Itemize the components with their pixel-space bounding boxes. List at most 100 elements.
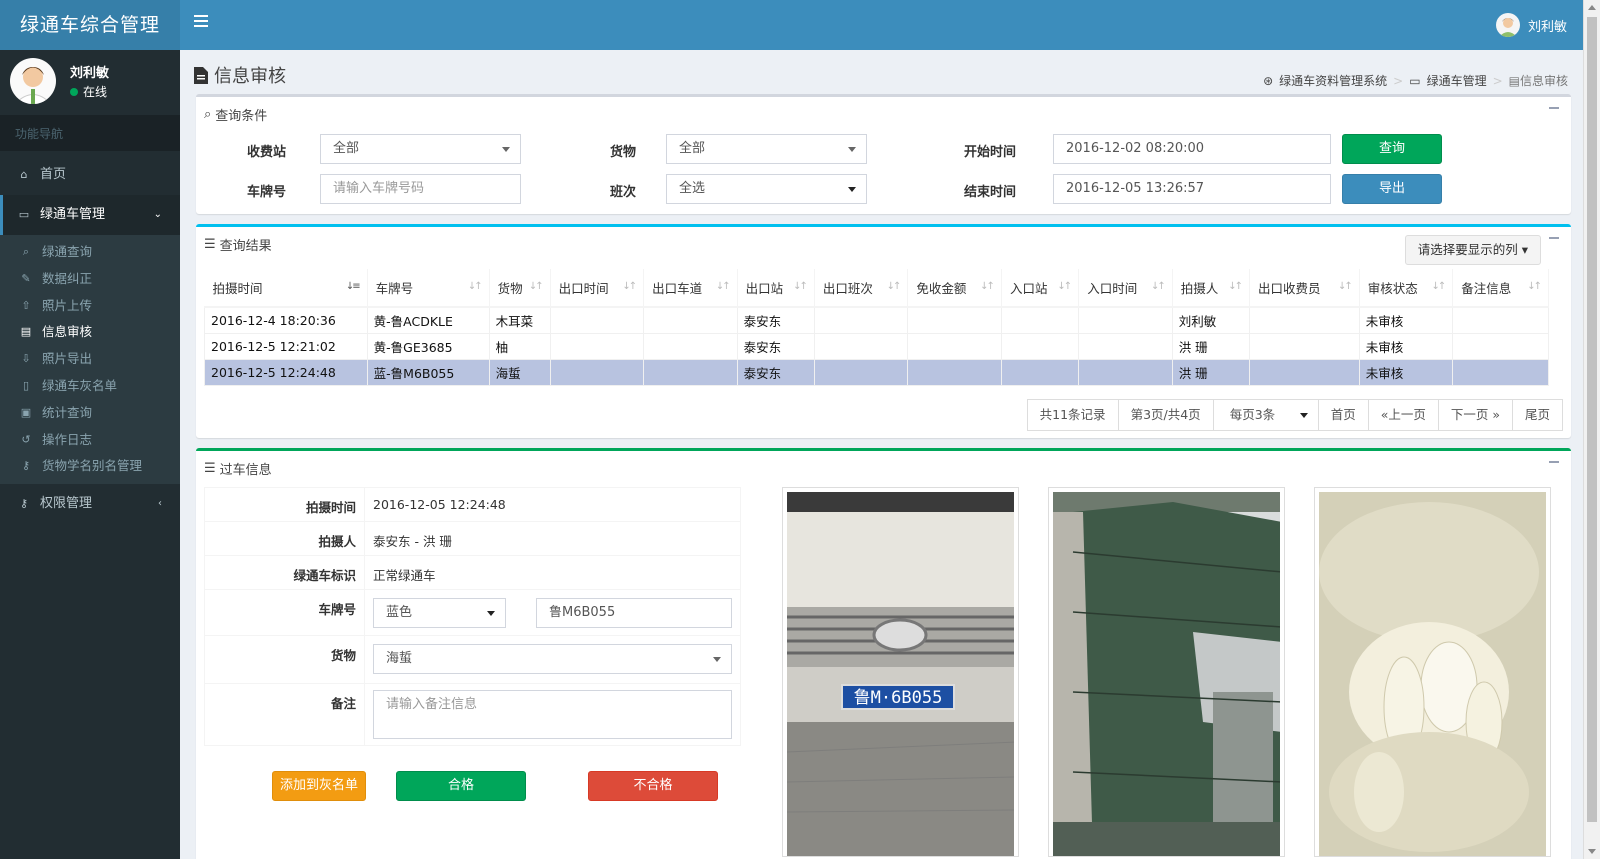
sidebar-item-upload[interactable]: ⇧ 照片上传 [0,293,180,320]
table-cell: 洪 珊 [1171,358,1250,386]
column-header[interactable]: 出口班次 ↓↑ [814,269,909,308]
table-row[interactable]: 2016-12-5 12:24:48 蓝-鲁M6B055 海蜇 泰安东 洪 珊 未审核 [204,358,1549,386]
goods-select[interactable]: 海蜇 [373,644,732,674]
sidebar-item-query[interactable]: ⌕ 绿通查询 [0,239,180,266]
shift-select[interactable]: 全选 [666,174,867,204]
column-header[interactable]: 出口车道 ↓↑ [643,269,738,308]
photo-cargo-goods[interactable] [1314,487,1551,857]
station-select[interactable]: 全部 [320,134,521,164]
sort-icon[interactable]: ↓↑ [793,281,808,292]
table-cell: 未审核 [1358,358,1454,386]
column-header[interactable]: 货物 ↓↑ [489,269,551,308]
table-cell: 泰安东 [736,358,815,386]
table-row[interactable]: 2016-12-5 12:21:02 黄-鲁GE3685 柚 泰安东 洪 珊 未审核 [204,332,1549,360]
sidebar-item-home[interactable]: ⌂ 首页 [0,155,180,195]
search-button[interactable]: 查询 [1342,134,1442,164]
table-cell [643,306,738,334]
per-page-select[interactable]: 每页3条 [1212,399,1319,431]
sidebar-item-permissions[interactable]: ⚷ 权限管理 ‹ [0,484,180,524]
sort-icon[interactable]: ↓↑ [1432,281,1447,292]
column-header[interactable]: 入口站 ↓↑ [1001,269,1080,308]
pager-page: 第3页/共4页 [1117,399,1214,431]
column-header[interactable]: 出口时间 ↓↑ [550,269,645,308]
sort-icon[interactable]: ↓↑ [529,281,544,292]
column-select-button[interactable]: 请选择要显示的列 ▾ [1404,235,1541,265]
sort-icon[interactable]: ↓↑ [887,281,902,292]
cargo-side-image [1053,492,1280,856]
sort-icon[interactable]: ↓↑ [980,281,995,292]
sort-icon[interactable]: ↓↑ [1057,281,1072,292]
sort-icon[interactable]: ↓↑ [622,281,637,292]
photo-truck-front[interactable]: 鲁M·6B055 [782,487,1019,857]
column-header[interactable]: 免收金额 ↓↑ [907,269,1002,308]
table-cell [643,332,738,360]
table-cell [1452,358,1549,386]
export-button[interactable]: 导出 [1342,174,1442,204]
collapse-icon[interactable] [1549,237,1559,239]
user-status: 在线 [70,83,107,100]
user-menu[interactable]: 刘利敏 [1495,13,1567,37]
truck-front-image: 鲁M·6B055 [787,492,1014,856]
plate-label: 车牌号 [204,589,365,636]
sidebar-item-audit[interactable]: ▤ 信息审核 [0,319,180,346]
prev-page-button[interactable]: «上一页 [1367,399,1439,431]
fail-button[interactable]: 不合格 [588,771,718,801]
column-header[interactable]: 拍摄时间 ↓≡ [204,269,368,308]
time-value: 2016-12-05 12:24:48 [364,487,741,522]
next-page-button[interactable]: 下一页 » [1437,399,1513,431]
flag-value: 正常绿通车 [364,555,741,590]
goods-select[interactable]: 全部 [666,134,867,164]
sidebar-item-correct[interactable]: ✎ 数据纠正 [0,266,180,293]
sidebar-item-log[interactable]: ↺ 操作日志 [0,427,180,454]
start-time-input[interactable]: 2016-12-02 08:20:00 [1053,134,1331,164]
sort-icon[interactable]: ↓↑ [1338,281,1353,292]
sort-icon[interactable]: ↓≡ [346,281,361,292]
plate-input[interactable]: 请输入车牌号码 [320,174,521,204]
column-header[interactable]: 出口站 ↓↑ [737,269,815,308]
last-page-button[interactable]: 尾页 [1511,399,1563,431]
first-page-button[interactable]: 首页 [1317,399,1369,431]
photo-cargo-side[interactable] [1048,487,1285,857]
menu-toggle-icon[interactable] [194,15,208,27]
add-graylist-button[interactable]: 添加到灰名单 [272,771,366,801]
sidebar-item-alias[interactable]: ⚷ 货物学名别名管理 [0,453,180,480]
app-logo[interactable]: 绿通车综合管理 [0,0,180,50]
sort-icon[interactable]: ↓↑ [1151,281,1166,292]
results-panel-title: ☰ 查询结果 [204,237,272,254]
sort-icon[interactable]: ↓↑ [468,281,483,292]
pass-button[interactable]: 合格 [396,771,526,801]
sidebar-item-export[interactable]: ⇩ 照片导出 [0,346,180,373]
breadcrumb-root[interactable]: 绿通车资料管理系统 [1279,72,1387,89]
collapse-icon[interactable] [1549,461,1559,463]
column-header[interactable]: 车牌号 ↓↑ [367,269,490,308]
laptop-icon: ▭ [1409,73,1421,88]
page-scrollbar[interactable] [1583,0,1600,859]
plate-color-select[interactable]: 蓝色 [373,598,506,628]
plate-number-input[interactable]: 鲁M6B055 [536,598,732,628]
sidebar-item-green-car[interactable]: ▭ 绿通车管理 ⌄ [0,195,180,235]
table-cell [813,332,909,360]
collapse-icon[interactable] [1549,107,1559,109]
search-icon: ⌕ [22,245,30,258]
column-header[interactable]: 拍摄人 ↓↑ [1172,269,1250,308]
table-cell: 泰安东 [736,332,815,360]
remark-textarea[interactable]: 请输入备注信息 [373,690,732,739]
end-time-input[interactable]: 2016-12-05 13:26:57 [1053,174,1331,204]
sidebar-item-graylist[interactable]: ▯ 绿通车灰名单 [0,373,180,400]
table-cell: 洪 珊 [1171,332,1250,360]
sort-icon[interactable]: ↓↑ [1228,281,1243,292]
edit-icon: ✎ [21,271,31,285]
sort-icon[interactable]: ↓↑ [716,281,731,292]
column-header[interactable]: 备注信息 ↓↑ [1452,269,1549,308]
breadcrumb-mid[interactable]: 绿通车管理 [1427,72,1487,89]
table-row[interactable]: 2016-12-4 18:20:36 黄-鲁ACDKLE 木耳菜 泰安东 刘利敏 未审核 [204,306,1549,334]
column-header[interactable]: 入口时间 ↓↑ [1078,269,1173,308]
column-header[interactable]: 审核状态 ↓↑ [1359,269,1454,308]
table-cell: 2016-12-4 18:20:36 [204,306,368,334]
column-header[interactable]: 出口收费员 ↓↑ [1249,269,1360,308]
table-cell: 未审核 [1358,306,1454,334]
sort-icon[interactable]: ↓↑ [1527,281,1542,292]
pager-total: 共11条记录 [1026,399,1119,431]
sidebar-item-stats[interactable]: ▣ 统计查询 [0,400,180,427]
table-cell: 柚 [488,332,551,360]
